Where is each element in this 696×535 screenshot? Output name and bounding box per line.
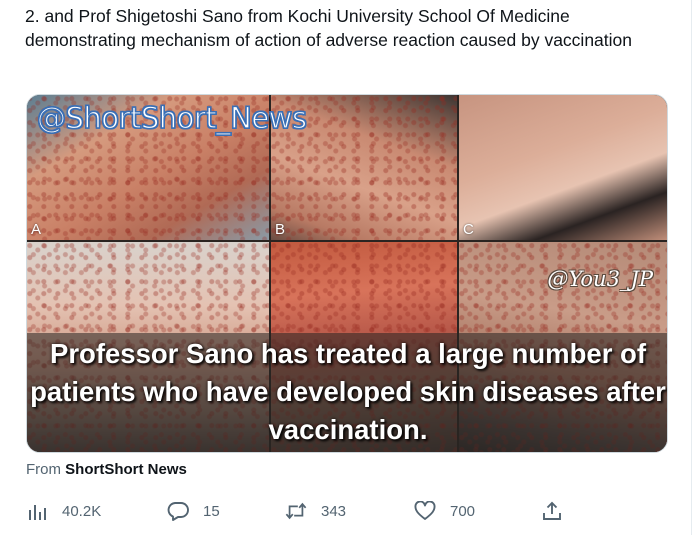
share-button[interactable] [541, 498, 577, 524]
tweet-media-image[interactable]: A B C @ShortShort_News @You3_JP Professo… [26, 94, 668, 453]
views-count: 40.2K [62, 502, 102, 520]
panel-label-c: C [463, 221, 474, 238]
reply-count: 15 [203, 502, 220, 520]
share-upload-icon [541, 500, 563, 522]
source-link[interactable]: ShortShort News [65, 461, 187, 478]
reply-button[interactable]: 15 [167, 498, 220, 524]
panel-label-b: B [275, 221, 286, 238]
like-count: 700 [450, 502, 476, 520]
like-button[interactable]: 700 [414, 498, 475, 524]
retweet-icon [285, 500, 307, 522]
reply-bubble-icon [167, 500, 189, 522]
source-prefix: From [26, 461, 61, 478]
watermark-you3-jp: @You3_JP [547, 267, 653, 291]
retweet-count: 343 [321, 502, 347, 520]
retweet-button[interactable]: 343 [285, 498, 346, 524]
photo-panel-c: C [459, 95, 667, 240]
watermark-shortshort-news: @ShortShort_News [36, 100, 307, 135]
tweet-text: 2. and Prof Shigetoshi Sano from Kochi U… [25, 6, 632, 50]
heart-icon [414, 500, 436, 522]
bar-chart-icon [26, 500, 48, 522]
timeline-divider [691, 0, 692, 535]
views-button[interactable]: 40.2K [26, 498, 101, 524]
video-caption: Professor Sano has treated a large numbe… [30, 338, 666, 445]
tweet-action-bar: 40.2K 15 343 700 [26, 498, 666, 524]
source-attribution: From ShortShort News [26, 461, 187, 478]
panel-label-a: A [31, 221, 42, 238]
